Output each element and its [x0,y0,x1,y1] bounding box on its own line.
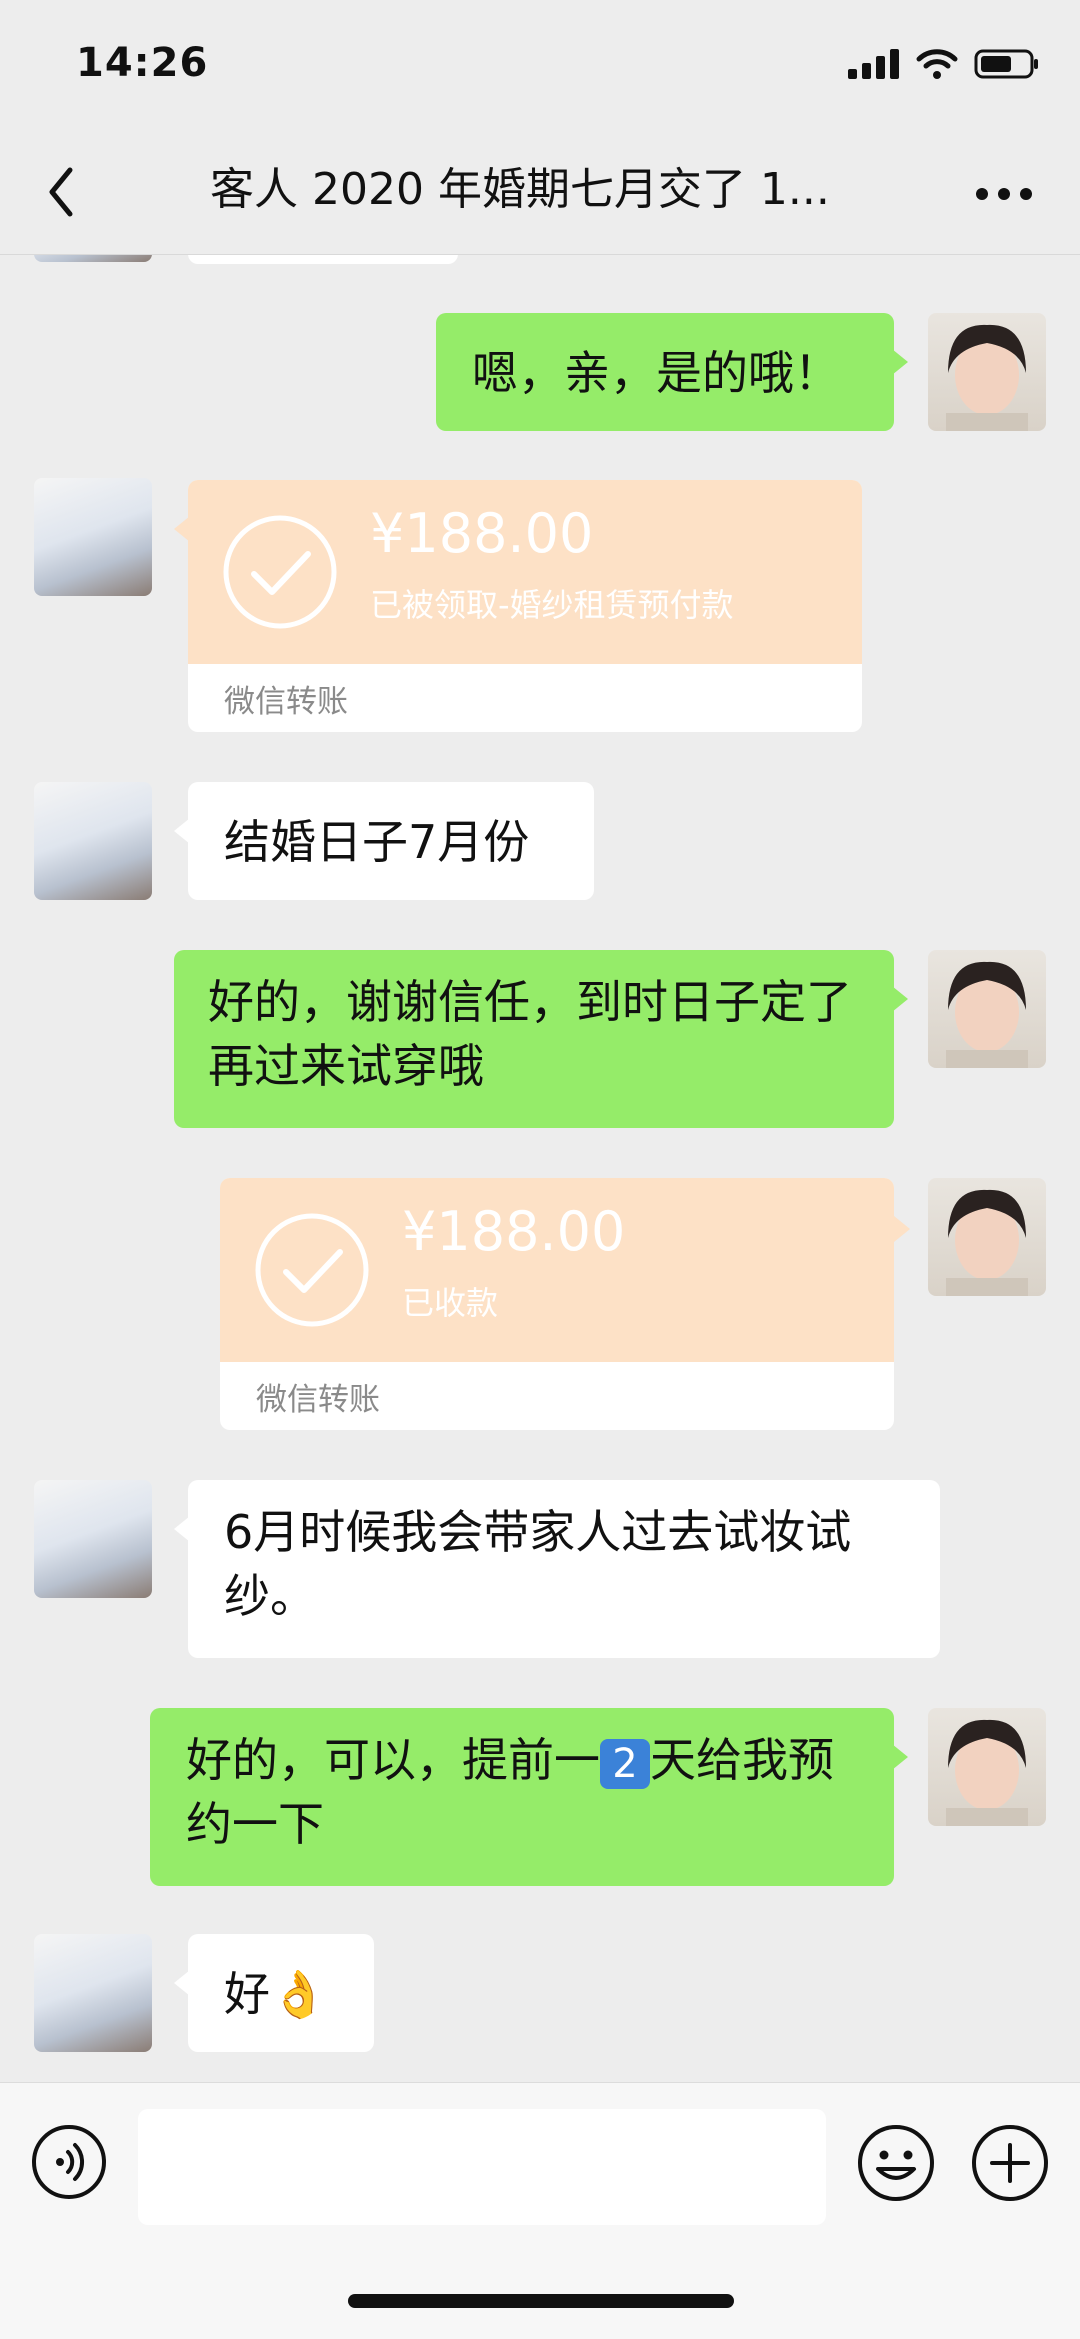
ok-hand-icon: 👌 [270,1967,328,2021]
message-text: 嗯，亲，是的哦！ [472,346,840,400]
message-bubble[interactable]: 结婚日子7月份 [174,782,594,900]
message-bubble[interactable]: 6月时候我会带家人过去试妆试纱。 [174,1480,940,1658]
my-avatar[interactable] [928,950,1046,1068]
transfer-card[interactable]: ¥188.00 已收款 微信转账 [220,1178,894,1430]
check-circle-icon [255,1213,369,1327]
message-bubble[interactable]: 嗯，亲，是的哦！ [436,313,908,431]
chat-title: 客人 2020 年婚期七月交了 1... [210,164,830,215]
transfer-footer: 微信转账 [256,1382,380,1418]
partial-message-bubble [188,254,458,264]
transfer-amount: ¥188.00 [370,502,594,565]
wifi-icon [916,49,958,79]
peer-avatar[interactable] [34,478,152,596]
status-icons [848,48,1040,80]
portrait-image [946,1719,1028,1826]
transfer-card-top: ¥188.00 已被领取-婚纱租赁预付款 [188,480,862,664]
bubble-tail [894,1216,910,1242]
message-input[interactable] [138,2109,826,2225]
keycap-two-icon: 2 [600,1738,650,1789]
peer-avatar[interactable] [34,782,152,900]
my-avatar[interactable] [928,1178,1046,1296]
status-time: 14:26 [76,40,209,86]
transfer-note: 已收款 [402,1284,499,1322]
bubble-tail [174,516,190,542]
voice-input-icon[interactable] [30,2123,108,2201]
my-avatar[interactable] [928,1708,1046,1826]
message-text: 好的，谢谢信任，到时日子定了再过来试穿哦 [208,975,852,1093]
my-avatar[interactable] [928,313,1046,431]
chat-header: 客人 2020 年婚期七月交了 1... [0,130,1080,255]
message-text: 6月时候我会带家人过去试妆试纱。 [224,1505,852,1623]
more-options-icon[interactable] [974,186,1034,202]
home-indicator[interactable] [348,2294,734,2308]
portrait-image [946,1189,1028,1296]
add-more-icon[interactable] [970,2123,1050,2203]
transfer-note: 已被领取-婚纱租赁预付款 [370,586,734,624]
transfer-amount: ¥188.00 [402,1200,626,1263]
peer-avatar[interactable] [34,1934,152,2052]
message-bubble[interactable]: 好的，可以，提前一 2 天给我预约一下 [150,1708,908,1886]
message-text: 好 [224,1967,270,2021]
portrait-image [946,324,1028,431]
message-text-before: 好的，可以，提前一 [186,1733,600,1787]
signal-icon [848,49,899,79]
peer-avatar[interactable] [34,1480,152,1598]
back-icon[interactable] [40,162,84,222]
battery-icon [974,49,1038,79]
transfer-card[interactable]: ¥188.00 已被领取-婚纱租赁预付款 微信转账 [188,480,862,732]
message-bubble[interactable]: 好👌 [174,1934,374,2052]
check-circle-icon [223,515,337,629]
message-bubble[interactable]: 好的，谢谢信任，到时日子定了再过来试穿哦 [174,950,908,1128]
emoji-icon[interactable] [856,2123,936,2203]
message-text: 结婚日子7月份 [224,815,530,869]
transfer-footer: 微信转账 [224,684,348,720]
transfer-card-top: ¥188.00 已收款 [220,1178,894,1362]
status-bar: 14:26 [0,0,1080,130]
portrait-image [946,961,1028,1068]
